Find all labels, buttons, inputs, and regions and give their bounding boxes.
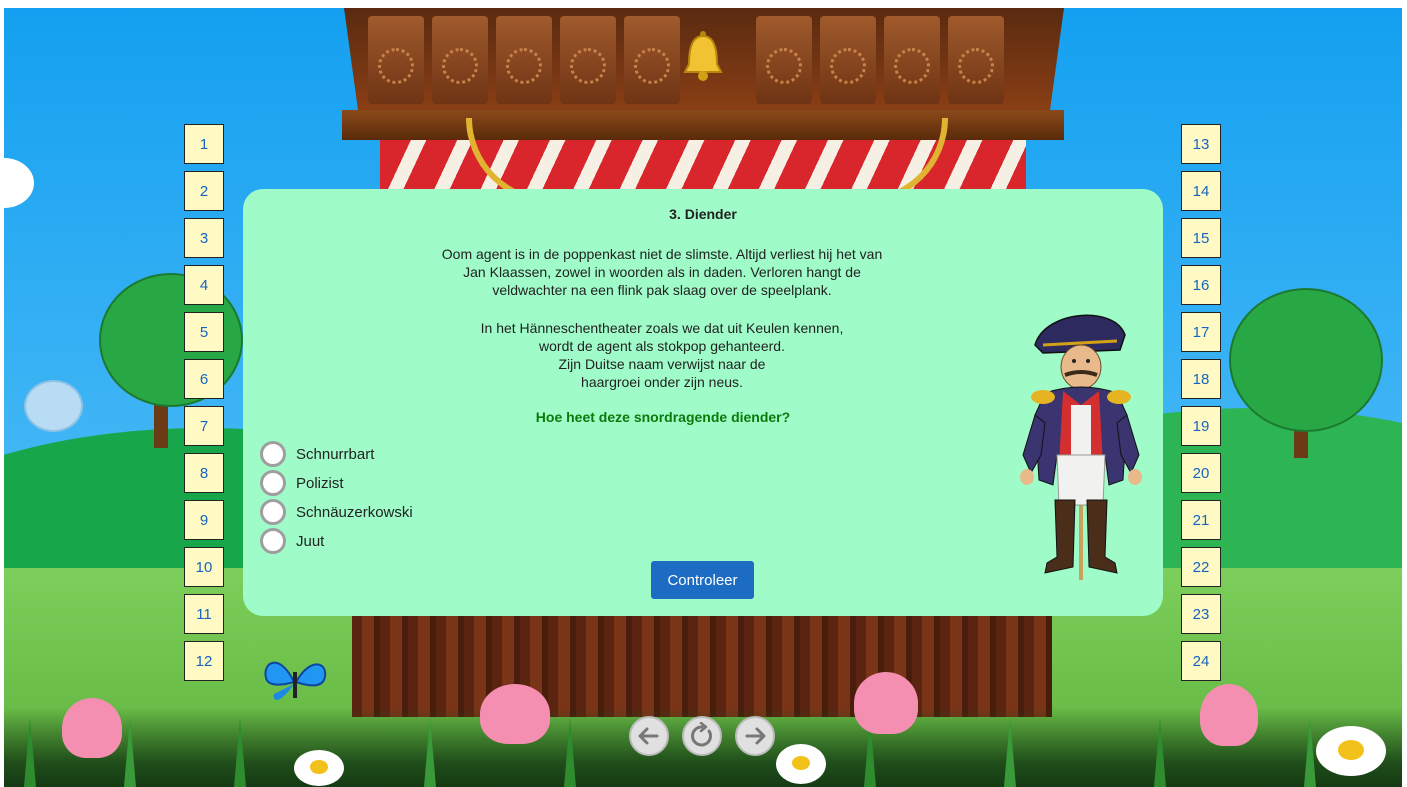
question-number-tile[interactable]: 10 — [184, 547, 224, 587]
answer-label: Schnurrbart — [296, 445, 375, 463]
answer-option[interactable]: Juut — [260, 528, 324, 554]
question-number-tile[interactable]: 20 — [1181, 453, 1221, 493]
question-number-tile[interactable]: 4 — [184, 265, 224, 305]
tulip-icon — [480, 684, 550, 744]
quiz-title: 3. Diender — [669, 206, 737, 222]
tree-crown — [1229, 288, 1383, 432]
question-number-tile[interactable]: 23 — [1181, 594, 1221, 634]
question-number-tile[interactable]: 8 — [184, 453, 224, 493]
check-button[interactable]: Controleer — [651, 561, 754, 599]
bell-icon — [681, 30, 725, 91]
radio-button[interactable] — [260, 441, 286, 467]
answer-option[interactable]: Polizist — [260, 470, 344, 496]
question-number-tile[interactable]: 14 — [1181, 171, 1221, 211]
reload-icon — [691, 722, 712, 747]
question-number-tile[interactable]: 17 — [1181, 312, 1221, 352]
question-number-tile[interactable]: 12 — [184, 641, 224, 681]
radio-button[interactable] — [260, 528, 286, 554]
next-button[interactable] — [735, 716, 775, 756]
daisy-icon — [1316, 726, 1386, 776]
cloud — [4, 158, 34, 208]
tulip-icon — [62, 698, 122, 758]
question-number-tile[interactable]: 21 — [1181, 500, 1221, 540]
question-number-tile[interactable]: 11 — [184, 594, 224, 634]
question-number-tile[interactable]: 19 — [1181, 406, 1221, 446]
question-number-tile[interactable]: 15 — [1181, 218, 1221, 258]
question-number-tile[interactable]: 13 — [1181, 124, 1221, 164]
policeman-puppet-image — [1005, 305, 1155, 585]
tulip-icon — [1200, 684, 1258, 746]
daisy-icon — [294, 750, 344, 786]
question-number-tile[interactable]: 22 — [1181, 547, 1221, 587]
answer-label: Polizist — [296, 474, 344, 492]
arrow-left-icon — [638, 727, 659, 745]
reset-button[interactable] — [682, 716, 722, 756]
question-number-tile[interactable]: 6 — [184, 359, 224, 399]
hint-paragraph: In het Hänneschentheater zoals we dat ui… — [480, 320, 844, 390]
butterfly-icon — [260, 652, 330, 717]
question-text: Hoe heet deze snordragende diender? — [535, 409, 791, 425]
question-number-tile[interactable]: 5 — [184, 312, 224, 352]
theater-roof — [344, 8, 1064, 113]
question-number-tile[interactable]: 18 — [1181, 359, 1221, 399]
answer-option[interactable]: Schnäuzerkowski — [260, 499, 413, 525]
intro-paragraph: Oom agent is in de poppenkast niet de sl… — [441, 246, 883, 298]
answer-option[interactable]: Schnurrbart — [260, 441, 374, 467]
answer-label: Juut — [296, 532, 325, 550]
theater-stage-front — [352, 612, 1052, 717]
previous-button[interactable] — [629, 716, 669, 756]
question-number-tile[interactable]: 9 — [184, 500, 224, 540]
tulip-icon — [854, 672, 918, 734]
question-number-tile[interactable]: 7 — [184, 406, 224, 446]
question-number-tile[interactable]: 2 — [184, 171, 224, 211]
answer-label: Schnäuzerkowski — [296, 503, 413, 521]
question-number-tile[interactable]: 3 — [184, 218, 224, 258]
radio-button[interactable] — [260, 470, 286, 496]
tree-crown — [24, 380, 83, 432]
daisy-icon — [776, 744, 826, 784]
radio-button[interactable] — [260, 499, 286, 525]
question-number-tile[interactable]: 1 — [184, 124, 224, 164]
arrow-right-icon — [745, 727, 766, 745]
question-number-tile[interactable]: 24 — [1181, 641, 1221, 681]
question-number-tile[interactable]: 16 — [1181, 265, 1221, 305]
